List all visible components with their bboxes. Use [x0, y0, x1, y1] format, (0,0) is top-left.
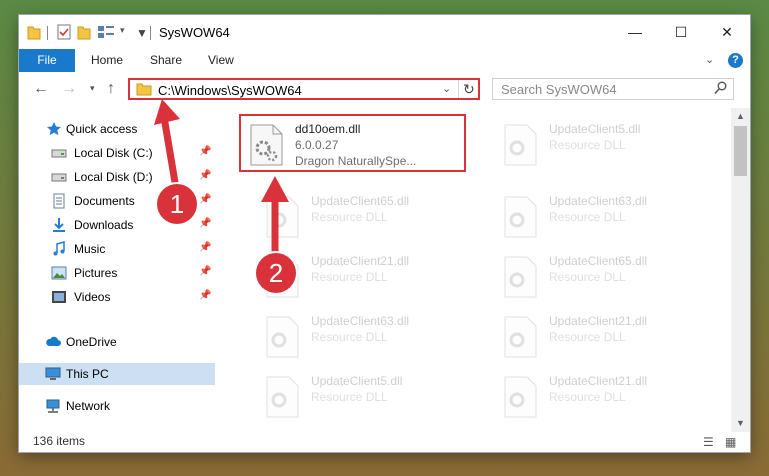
chevron-down-icon[interactable]: ⌄	[442, 82, 451, 95]
minimize-button[interactable]: —	[612, 15, 658, 49]
down-arrow-icon: ▼	[136, 26, 148, 40]
dll-file-icon	[504, 196, 537, 238]
tab-view[interactable]: View	[208, 49, 234, 72]
file-tile[interactable]: UpdateClient21.dll Resource DLL	[497, 308, 727, 362]
pin-icon: 📌	[199, 266, 212, 277]
chevron-down-icon[interactable]: ⌄	[705, 53, 714, 66]
close-button[interactable]: ✕	[704, 15, 750, 49]
pin-icon: 📌	[199, 194, 212, 205]
window-title: SysWOW64	[159, 25, 230, 40]
help-button[interactable]: ?	[728, 53, 743, 68]
separator	[458, 80, 459, 98]
sidebar-item-network[interactable]: Network	[19, 395, 215, 417]
pin-icon: 📌	[199, 170, 212, 181]
sidebar-item-videos[interactable]: Videos 📌	[19, 286, 215, 308]
forward-icon[interactable]: →	[61, 80, 77, 98]
scroll-down-icon[interactable]: ▼	[736, 418, 745, 428]
ribbon: File Home Share View ⌄ ?	[19, 49, 750, 73]
download-icon	[53, 218, 65, 232]
sidebar-item-onedrive[interactable]: OneDrive	[19, 331, 215, 353]
maximize-button[interactable]: ☐	[658, 15, 704, 49]
vertical-scrollbar[interactable]: ▲ ▼	[731, 108, 750, 432]
drive-icon	[51, 149, 67, 158]
customize-quick-access-icon[interactable]: ▾	[120, 25, 125, 36]
sidebar-item-this-pc[interactable]: This PC	[19, 363, 215, 385]
file-tile[interactable]: UpdateClient21.dll Resource DLL	[497, 368, 727, 422]
new-folder-icon[interactable]	[77, 24, 91, 40]
search-placeholder: Search SysWOW64	[501, 82, 617, 97]
dll-file-icon	[266, 316, 299, 358]
pictures-icon	[51, 266, 67, 280]
recent-locations-icon[interactable]: ▾	[90, 83, 95, 94]
status-bar: 136 items ☰ ▦	[19, 432, 750, 452]
tab-home[interactable]: Home	[91, 49, 123, 72]
pin-icon: 📌	[199, 218, 212, 229]
star-icon	[47, 122, 61, 136]
pin-icon: 📌	[199, 242, 212, 253]
pin-icon: 📌	[199, 290, 212, 301]
sidebar-item-music[interactable]: Music 📌	[19, 238, 215, 260]
dll-file-icon	[504, 376, 537, 418]
highlight-box	[239, 114, 466, 172]
videos-icon	[52, 291, 66, 303]
file-tile[interactable]: UpdateClient5.dll Resource DLL	[497, 116, 727, 170]
tab-file[interactable]: File	[19, 49, 75, 72]
cloud-icon	[46, 336, 61, 346]
search-icon	[714, 81, 727, 95]
title-bar: ▾ ▼ SysWOW64 — ☐ ✕	[19, 15, 750, 49]
refresh-icon[interactable]: ↻	[463, 81, 475, 98]
navigation-bar: ← → ▾ ↑ C:\Windows\SysWOW64 ⌄ ↻ Search S…	[19, 72, 750, 108]
view-options-icon[interactable]	[97, 24, 115, 40]
folder-icon	[27, 26, 41, 40]
documents-icon	[53, 193, 65, 209]
file-tile[interactable]: UpdateClient63.dll Resource DLL	[259, 308, 489, 362]
sidebar-item-pictures[interactable]: Pictures 📌	[19, 262, 215, 284]
dll-file-icon	[266, 376, 299, 418]
scrollbar-thumb[interactable]	[734, 126, 747, 176]
explorer-window: ▾ ▼ SysWOW64 — ☐ ✕ File Home Share View …	[19, 15, 750, 452]
network-icon	[46, 399, 60, 413]
dll-file-icon	[504, 124, 537, 166]
file-tile[interactable]: UpdateClient65.dll Resource DLL	[497, 248, 727, 302]
search-input[interactable]: Search SysWOW64	[492, 78, 734, 100]
scroll-up-icon[interactable]: ▲	[736, 111, 745, 121]
tab-share[interactable]: Share	[150, 49, 182, 72]
file-tile[interactable]: UpdateClient5.dll Resource DLL	[259, 368, 489, 422]
pin-icon: 📌	[199, 146, 212, 157]
drive-icon	[51, 173, 67, 182]
large-icons-view-icon[interactable]: ▦	[725, 435, 736, 449]
separator	[150, 26, 151, 40]
separator	[47, 26, 48, 40]
dll-file-icon	[504, 256, 537, 298]
file-tile[interactable]: UpdateClient63.dll Resource DLL	[497, 188, 727, 242]
up-icon[interactable]: ↑	[107, 80, 115, 98]
computer-icon	[45, 367, 61, 380]
details-view-icon[interactable]: ☰	[703, 435, 714, 449]
dll-file-icon	[504, 316, 537, 358]
back-icon[interactable]: ←	[33, 80, 49, 98]
folder-icon	[136, 83, 152, 96]
music-icon	[53, 241, 65, 256]
step-2-badge: 2	[256, 253, 296, 293]
item-count: 136 items	[33, 434, 86, 448]
step-1-badge: 1	[157, 184, 197, 224]
properties-icon[interactable]	[57, 24, 71, 40]
